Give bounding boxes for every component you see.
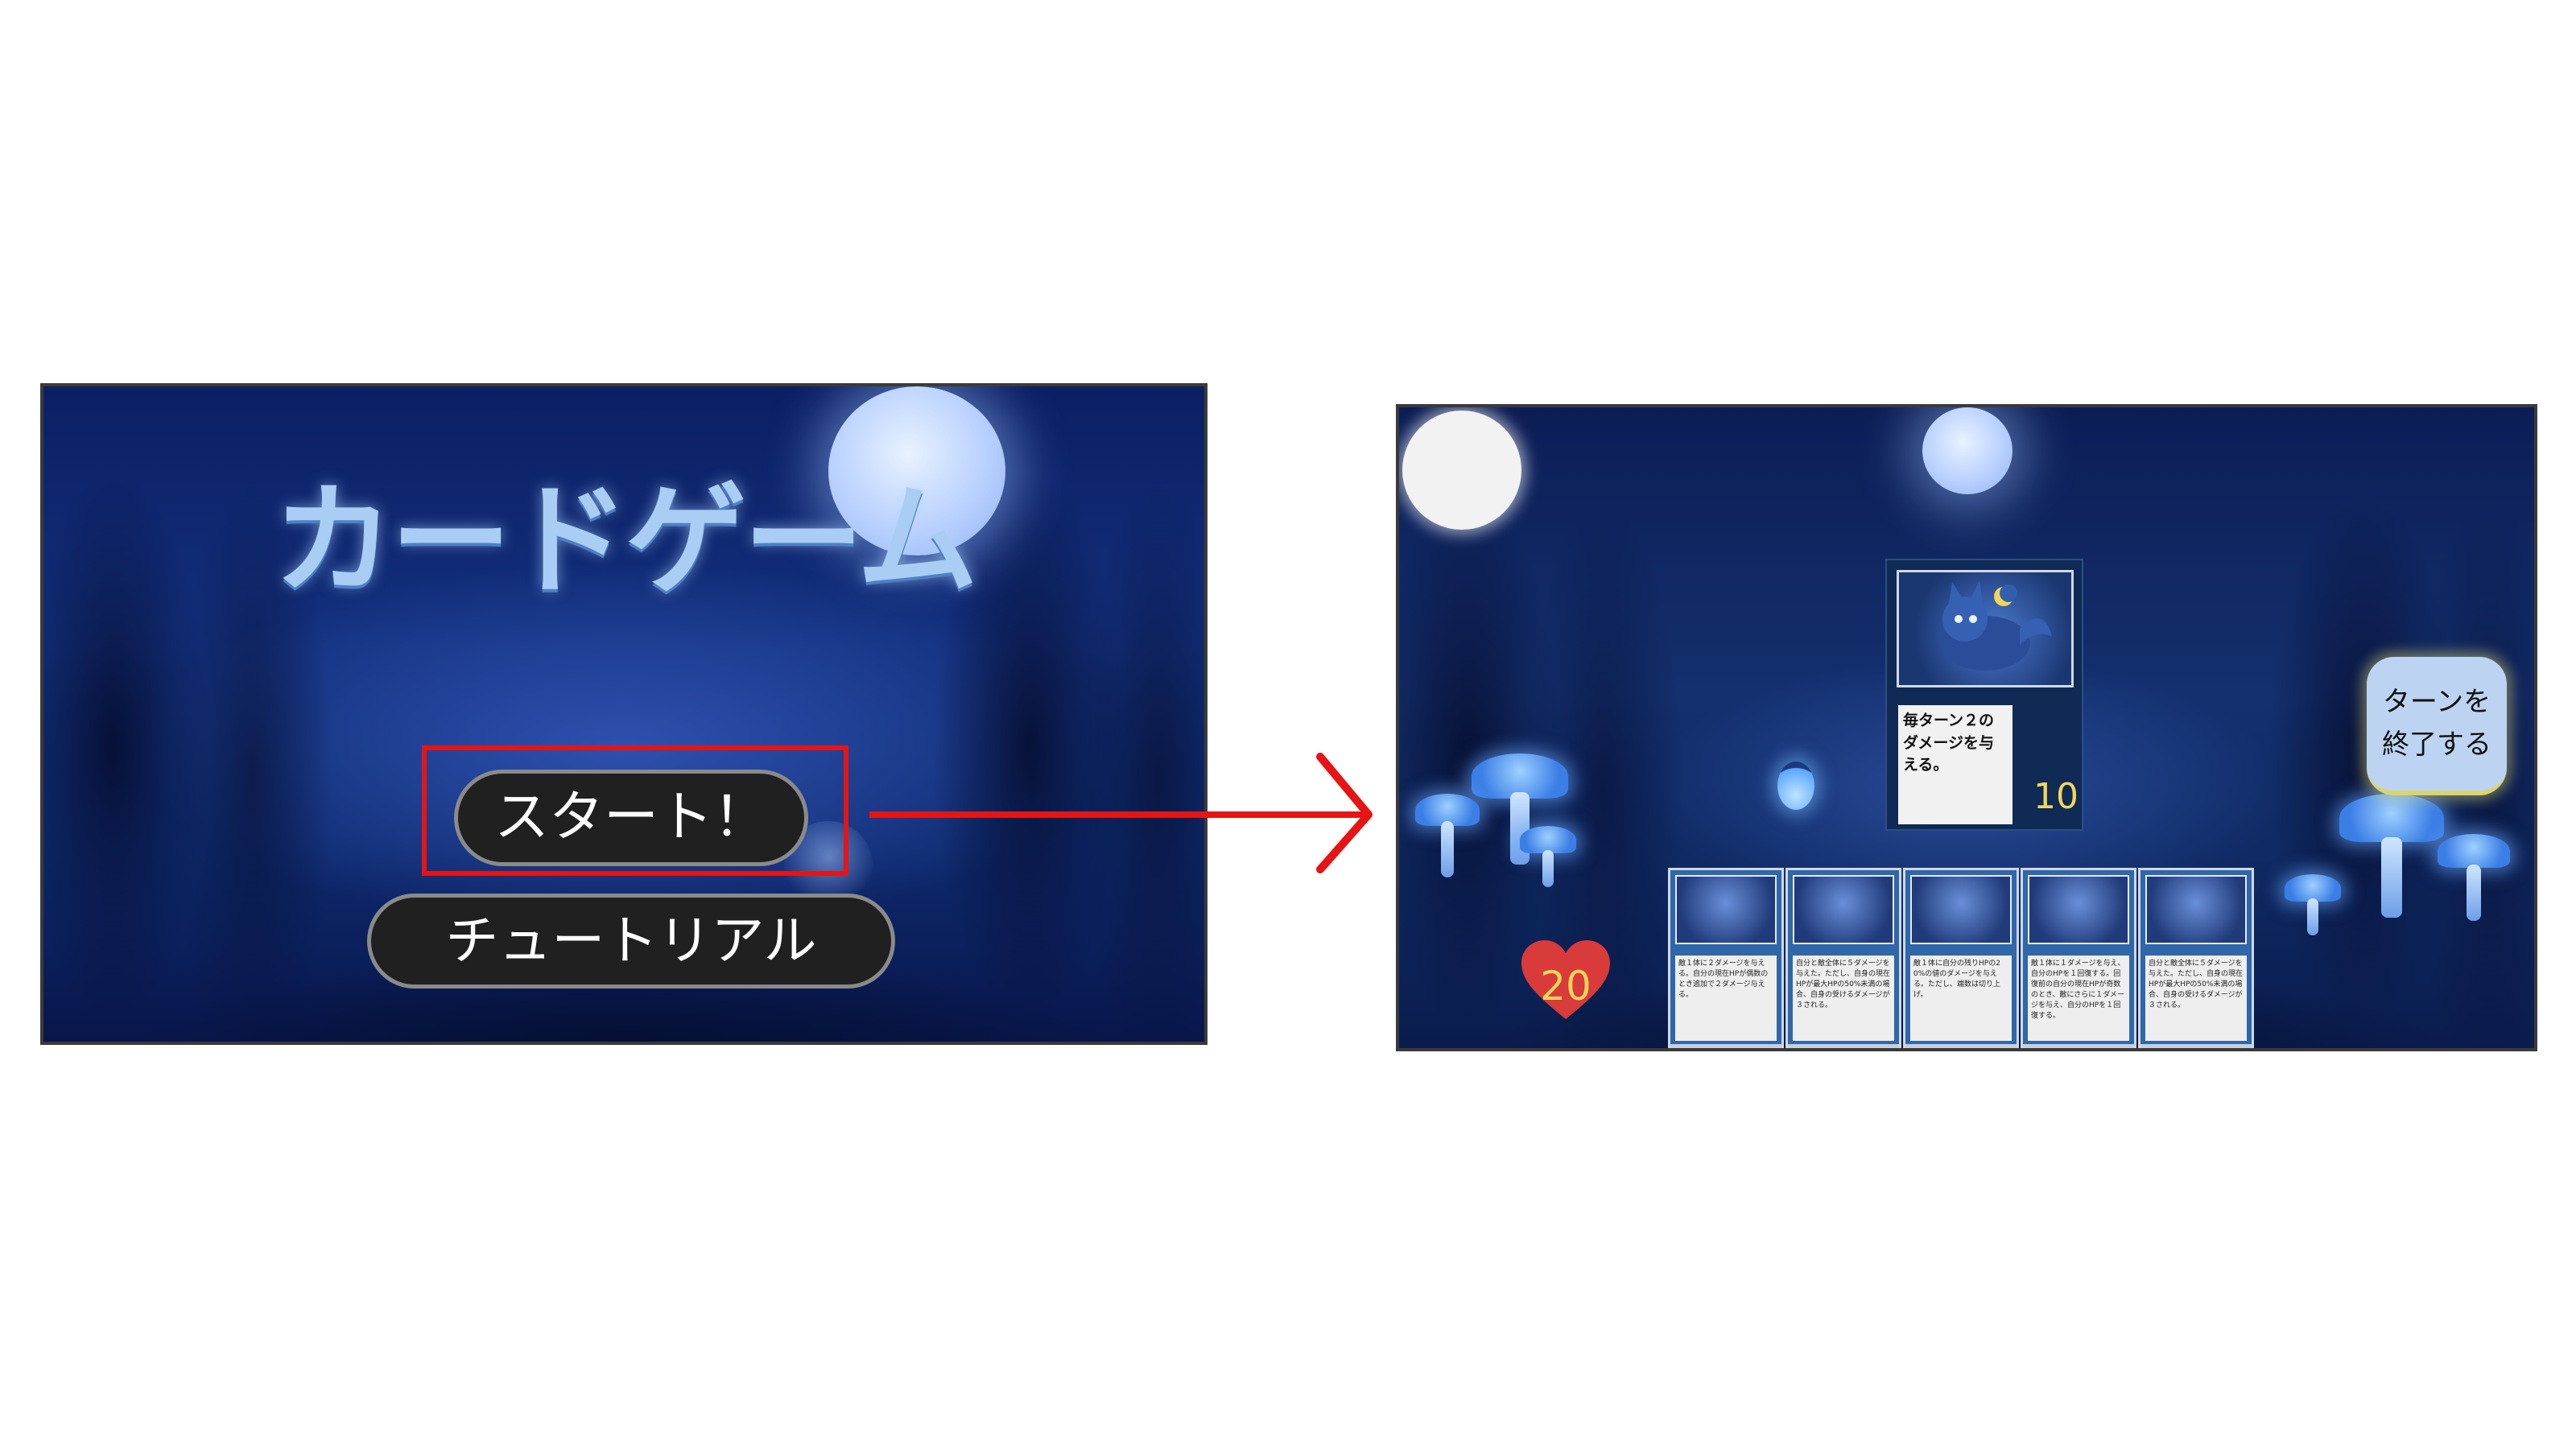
card-footer — [1670, 1044, 1781, 1048]
glowing-mushroom — [2339, 794, 2444, 923]
start-highlight-box — [422, 745, 848, 876]
hand-card[interactable]: 自分と敵全体に５ダメージを与えた。ただし、自身の現在HPが最大HPの50%未満の… — [1785, 868, 1901, 1048]
player-hp-value: 20 — [1540, 963, 1591, 1009]
card-text: 自分と敵全体に５ダメージを与えた。ただし、自身の現在HPが最大HPの50%未満の… — [2145, 956, 2247, 1041]
hand-card[interactable]: 自分と敵全体に５ダメージを与えた。ただし、自身の現在HPが最大HPの50%未満の… — [2138, 868, 2254, 1048]
card-footer — [2023, 1044, 2134, 1048]
hand-card[interactable]: 敵１体に１ダメージを与え、自分のHPを１回復する。回復前の自分の現在HPが奇数の… — [2021, 868, 2136, 1048]
fire-mage-icon — [1675, 875, 1777, 944]
card-footer — [1788, 1044, 1899, 1048]
hand-card[interactable]: 敵１体に２ダメージを与える。自分の現在HPが偶数のとき追加で２ダメージ与える。 — [1668, 868, 1784, 1048]
card-text: 自分と敵全体に５ダメージを与えた。ただし、自身の現在HPが最大HPの50%未満の… — [1793, 956, 1894, 1041]
title-screen: カードゲーム スタート！ チュートリアル — [40, 383, 1208, 1045]
glowing-mushroom — [1520, 826, 1576, 890]
game-title: カードゲーム — [273, 471, 978, 611]
moon-witch-icon — [1910, 875, 2012, 944]
witch-icon — [2145, 875, 2247, 944]
glowing-mushroom — [2285, 874, 2341, 939]
card-footer — [1905, 1044, 2017, 1048]
glowing-bunny — [1777, 762, 1814, 810]
transition-arrow-icon — [869, 753, 1373, 873]
witch-icon — [1793, 875, 1894, 944]
wolf-icon — [1897, 570, 2074, 687]
enemy-card: 毎ターン２のダメージを与える。 10 — [1885, 559, 2083, 831]
game-screen: 毎ターン２のダメージを与える。 10 ターンを終了する 20 敵１体に２ダメージ… — [1396, 404, 2537, 1051]
end-turn-button[interactable]: ターンを終了する — [2367, 657, 2507, 795]
glowing-mushroom — [2438, 834, 2510, 923]
menu-circle-button[interactable] — [1402, 411, 1521, 530]
enemy-hp-value: 10 — [2033, 776, 2079, 817]
glowing-mushroom — [1415, 794, 1480, 882]
card-footer — [2140, 1044, 2252, 1048]
card-text: 敵１体に１ダメージを与え、自分のHPを１回復する。回復前の自分の現在HPが奇数の… — [2028, 956, 2129, 1041]
moon-image — [1922, 407, 2013, 494]
card-text: 敵１体に２ダメージを与える。自分の現在HPが偶数のとき追加で２ダメージ与える。 — [1675, 956, 1777, 1041]
enemy-description: 毎ターン２のダメージを与える。 — [1898, 705, 2013, 824]
card-text: 敵１体に自分の残りHPの20%の値のダメージを与える。ただし、端数は切り上げ。 — [1910, 956, 2012, 1041]
hand-card[interactable]: 敵１体に自分の残りHPの20%の値のダメージを与える。ただし、端数は切り上げ。 — [1903, 868, 2019, 1048]
boy-mage-icon — [2028, 875, 2129, 944]
tutorial-button[interactable]: チュートリアル — [367, 894, 895, 989]
